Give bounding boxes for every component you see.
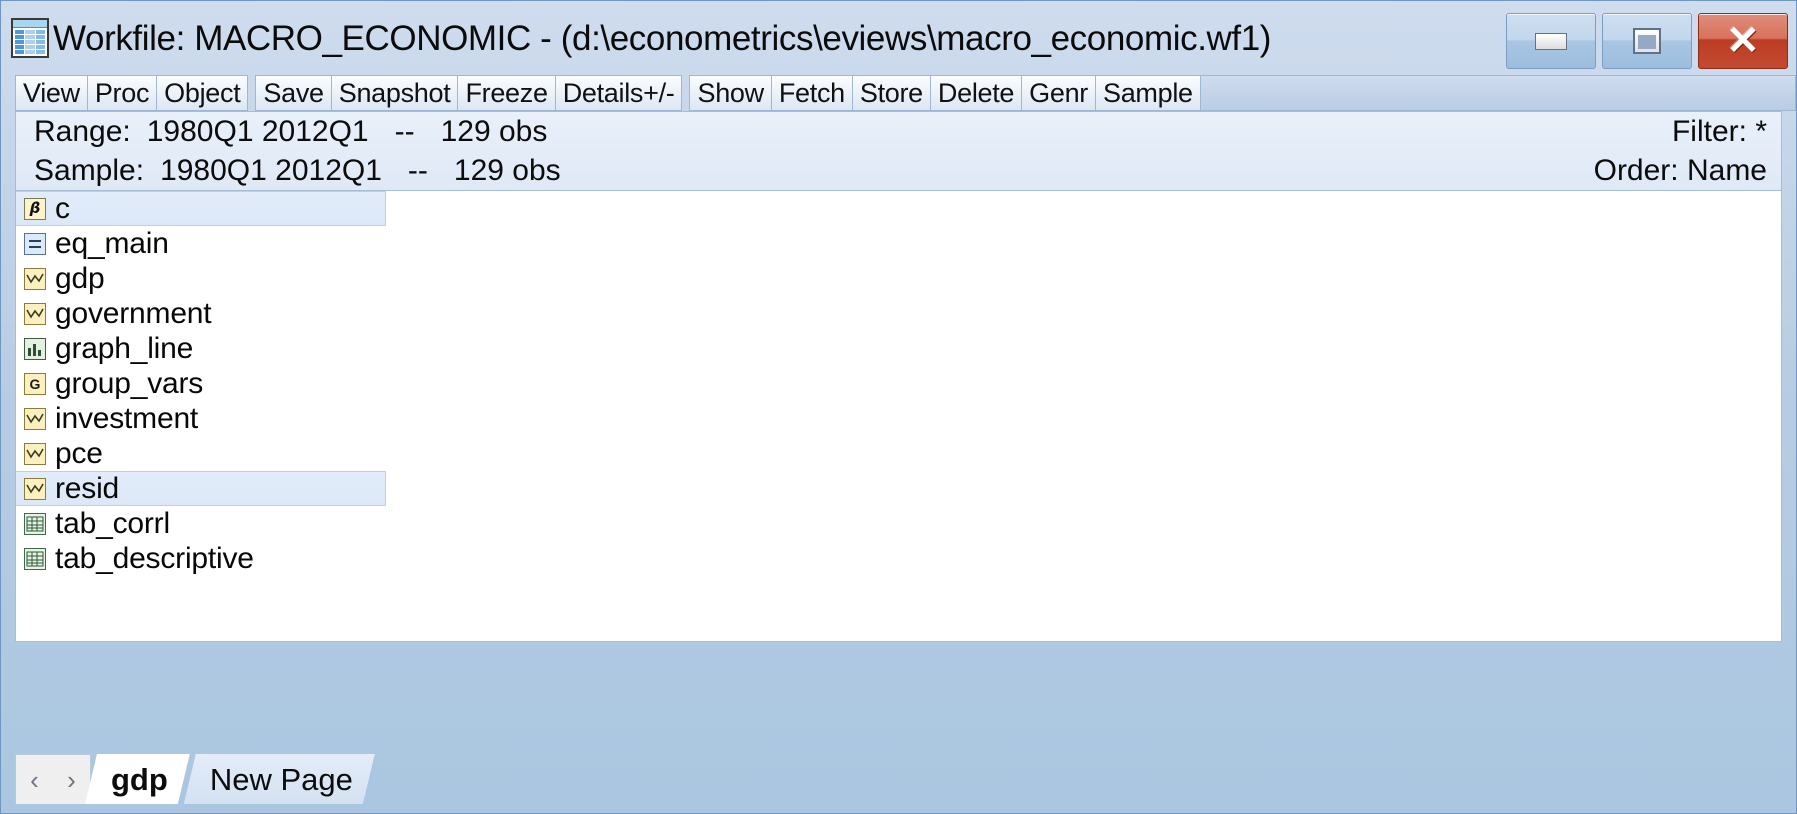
range-obs: 129 obs bbox=[440, 114, 548, 148]
object-row-group_vars[interactable]: Ggroup_vars bbox=[16, 366, 1781, 401]
sample-dash: -- bbox=[407, 153, 428, 187]
title-bar: Workfile: MACRO_ECONOMIC - (d:\econometr… bbox=[1, 1, 1796, 75]
toolbar-separator-1 bbox=[248, 75, 255, 111]
toolbar-button-sample[interactable]: Sample bbox=[1095, 75, 1201, 111]
range-label: Range: bbox=[34, 114, 131, 148]
window-controls: ✕ bbox=[1506, 13, 1788, 69]
object-label: group_vars bbox=[55, 366, 204, 400]
object-label: pce bbox=[55, 436, 103, 470]
object-label: tab_descriptive bbox=[55, 541, 254, 575]
object-row-resid[interactable]: resid bbox=[16, 471, 386, 506]
toolbar-button-genr[interactable]: Genr bbox=[1022, 75, 1096, 111]
object-row-government[interactable]: government bbox=[16, 296, 1781, 331]
coefficient-icon: β bbox=[24, 197, 46, 220]
toolbar-button-save[interactable]: Save bbox=[255, 75, 332, 111]
group-icon: G bbox=[24, 372, 46, 395]
page-tab-navigation: ‹ › bbox=[15, 754, 91, 804]
object-label: c bbox=[55, 191, 70, 225]
object-label: eq_main bbox=[55, 226, 169, 260]
sample-label: Sample: bbox=[34, 153, 145, 187]
object-row-pce[interactable]: pce bbox=[16, 436, 1781, 471]
toolbar-group-1: View Proc Object bbox=[15, 75, 249, 111]
toolbar-button-view[interactable]: View bbox=[15, 75, 88, 111]
object-label: resid bbox=[55, 471, 120, 505]
table-icon bbox=[24, 547, 46, 570]
range-row: Range: 1980Q1 2012Q1 -- 129 obs Filter: … bbox=[16, 112, 1781, 151]
graph-icon bbox=[24, 337, 46, 360]
sample-obs: 129 obs bbox=[453, 153, 561, 187]
toolbar-separator-2 bbox=[682, 75, 689, 111]
object-row-tab_descriptive[interactable]: tab_descriptive bbox=[16, 541, 1781, 576]
object-label: investment bbox=[55, 401, 199, 435]
object-row-gdp[interactable]: gdp bbox=[16, 261, 1781, 296]
range-value: 1980Q1 2012Q1 bbox=[146, 114, 369, 148]
object-label: government bbox=[55, 296, 212, 330]
object-row-investment[interactable]: investment bbox=[16, 401, 1781, 436]
toolbar-button-delete[interactable]: Delete bbox=[930, 75, 1023, 111]
series-icon bbox=[24, 442, 46, 465]
object-list[interactable]: β c eq_main gdp government graph_line Ggroup_v… bbox=[15, 190, 1782, 642]
workfile-window: Workfile: MACRO_ECONOMIC - (d:\econometr… bbox=[0, 0, 1797, 814]
series-icon bbox=[24, 407, 46, 430]
equation-icon bbox=[24, 232, 46, 255]
page-tab-bar: ‹ › gdp New Page bbox=[15, 746, 1782, 804]
maximize-button[interactable] bbox=[1602, 13, 1692, 69]
toolbar-button-details[interactable]: Details+/- bbox=[555, 75, 683, 111]
toolbar-group-3: Show Fetch Store Delete Genr Sample bbox=[689, 75, 1201, 111]
toolbar-button-fetch[interactable]: Fetch bbox=[771, 75, 853, 111]
close-button[interactable]: ✕ bbox=[1698, 13, 1788, 69]
toolbar-button-store[interactable]: Store bbox=[852, 75, 931, 111]
range-dash: -- bbox=[394, 114, 415, 148]
object-row-graph_line[interactable]: graph_line bbox=[16, 331, 1781, 366]
object-label: tab_corrl bbox=[55, 506, 170, 540]
minimize-icon bbox=[1535, 32, 1567, 50]
order-label[interactable]: Order: Name bbox=[1594, 154, 1767, 188]
series-icon bbox=[24, 302, 46, 325]
series-icon bbox=[24, 477, 46, 500]
object-label: graph_line bbox=[55, 331, 194, 365]
prev-page-icon[interactable]: ‹ bbox=[30, 767, 39, 793]
object-label: gdp bbox=[55, 261, 105, 295]
minimize-button[interactable] bbox=[1506, 13, 1596, 69]
toolbar-button-snapshot[interactable]: Snapshot bbox=[331, 75, 459, 111]
toolbar-filler bbox=[1200, 75, 1796, 111]
sample-row: Sample: 1980Q1 2012Q1 -- 129 obs Order: … bbox=[16, 151, 1781, 190]
tab-bar-filler bbox=[375, 754, 1782, 804]
object-row-tab_corrl[interactable]: tab_corrl bbox=[16, 506, 1781, 541]
series-icon bbox=[24, 267, 46, 290]
filter-label[interactable]: Filter: * bbox=[1672, 115, 1767, 149]
table-icon bbox=[24, 512, 46, 535]
page-tab-gdp[interactable]: gdp bbox=[85, 754, 190, 804]
toolbar-button-proc[interactable]: Proc bbox=[87, 75, 158, 111]
page-tab-new-page[interactable]: New Page bbox=[184, 754, 375, 804]
toolbar-group-2: Save Snapshot Freeze Details+/- bbox=[255, 75, 683, 111]
maximize-icon bbox=[1633, 28, 1661, 54]
toolbar-button-object[interactable]: Object bbox=[157, 75, 249, 111]
toolbar-button-show[interactable]: Show bbox=[689, 75, 772, 111]
close-icon: ✕ bbox=[1726, 19, 1760, 63]
object-row-c[interactable]: βc bbox=[16, 191, 386, 226]
next-page-icon[interactable]: › bbox=[67, 767, 76, 793]
object-row-eq_main[interactable]: eq_main bbox=[16, 226, 1781, 261]
workfile-grid-icon bbox=[11, 18, 49, 58]
toolbar-button-freeze[interactable]: Freeze bbox=[458, 75, 556, 111]
workfile-info-panel: Range: 1980Q1 2012Q1 -- 129 obs Filter: … bbox=[15, 111, 1782, 190]
window-title: Workfile: MACRO_ECONOMIC - (d:\econometr… bbox=[53, 18, 1272, 58]
workfile-toolbar: View Proc Object Save Snapshot Freeze De… bbox=[1, 75, 1796, 111]
sample-value: 1980Q1 2012Q1 bbox=[160, 153, 382, 187]
